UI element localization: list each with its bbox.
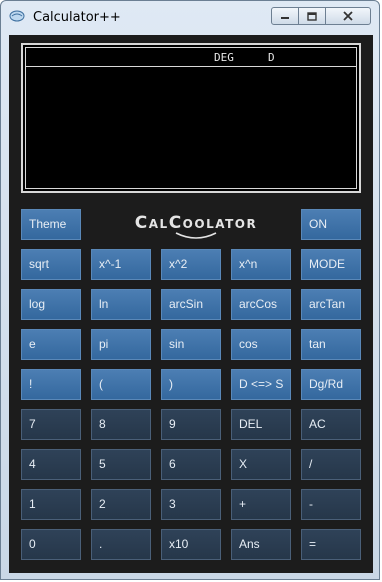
- logo-smile-icon: [175, 232, 217, 239]
- on-button[interactable]: ON: [301, 209, 361, 240]
- calcoolator-logo: CalCoolator: [112, 213, 280, 243]
- digit-3-button[interactable]: 3: [161, 489, 221, 520]
- multiply-button[interactable]: X: [231, 449, 291, 480]
- mode-button[interactable]: MODE: [301, 249, 361, 280]
- right-paren-button[interactable]: ): [161, 369, 221, 400]
- sin-button[interactable]: sin: [161, 329, 221, 360]
- calculator-body: DEG D CalCoolator Theme ON sqrt x^-1 x^2…: [9, 35, 373, 573]
- equals-button[interactable]: =: [301, 529, 361, 560]
- digit-2-button[interactable]: 2: [91, 489, 151, 520]
- inverse-button[interactable]: x^-1: [91, 249, 151, 280]
- log-button[interactable]: log: [21, 289, 81, 320]
- digit-7-button[interactable]: 7: [21, 409, 81, 440]
- arcsin-button[interactable]: arcSin: [161, 289, 221, 320]
- deg-rad-button[interactable]: Dg/Rd: [301, 369, 361, 400]
- add-button[interactable]: +: [231, 489, 291, 520]
- close-button[interactable]: [325, 7, 371, 25]
- close-icon: [343, 11, 353, 21]
- maximize-icon: [307, 11, 317, 21]
- app-icon: [9, 10, 25, 22]
- answer-button[interactable]: Ans: [231, 529, 291, 560]
- divide-button[interactable]: /: [301, 449, 361, 480]
- mode-indicator: D: [268, 51, 275, 64]
- maximize-button[interactable]: [298, 7, 326, 25]
- decimal-point-button[interactable]: .: [91, 529, 151, 560]
- display-inner: DEG D: [25, 47, 357, 189]
- left-paren-button[interactable]: (: [91, 369, 151, 400]
- power-button[interactable]: x^n: [231, 249, 291, 280]
- digit-5-button[interactable]: 5: [91, 449, 151, 480]
- calculator-window: Calculator++ DEG D CalCoolator Theme ON: [0, 0, 380, 580]
- minimize-button[interactable]: [271, 7, 299, 25]
- window-title: Calculator++: [33, 10, 121, 25]
- digit-4-button[interactable]: 4: [21, 449, 81, 480]
- digit-0-button[interactable]: 0: [21, 529, 81, 560]
- ln-button[interactable]: ln: [91, 289, 151, 320]
- angle-mode-indicator: DEG: [214, 51, 234, 64]
- arctan-button[interactable]: arcTan: [301, 289, 361, 320]
- e-button[interactable]: e: [21, 329, 81, 360]
- all-clear-button[interactable]: AC: [301, 409, 361, 440]
- pi-button[interactable]: pi: [91, 329, 151, 360]
- logo-text: CalCoolator: [134, 213, 258, 233]
- title-bar[interactable]: Calculator++: [1, 1, 381, 35]
- cos-button[interactable]: cos: [231, 329, 291, 360]
- display-screen: DEG D: [21, 43, 361, 193]
- digit-1-button[interactable]: 1: [21, 489, 81, 520]
- times-ten-button[interactable]: x10: [161, 529, 221, 560]
- digit-6-button[interactable]: 6: [161, 449, 221, 480]
- display-divider: [26, 66, 356, 67]
- dms-convert-button[interactable]: D <=> S: [231, 369, 291, 400]
- tan-button[interactable]: tan: [301, 329, 361, 360]
- square-button[interactable]: x^2: [161, 249, 221, 280]
- digit-8-button[interactable]: 8: [91, 409, 151, 440]
- theme-button[interactable]: Theme: [21, 209, 81, 240]
- subtract-button[interactable]: -: [301, 489, 361, 520]
- factorial-button[interactable]: !: [21, 369, 81, 400]
- arccos-button[interactable]: arcCos: [231, 289, 291, 320]
- digit-9-button[interactable]: 9: [161, 409, 221, 440]
- sqrt-button[interactable]: sqrt: [21, 249, 81, 280]
- delete-button[interactable]: DEL: [231, 409, 291, 440]
- minimize-icon: [281, 17, 289, 19]
